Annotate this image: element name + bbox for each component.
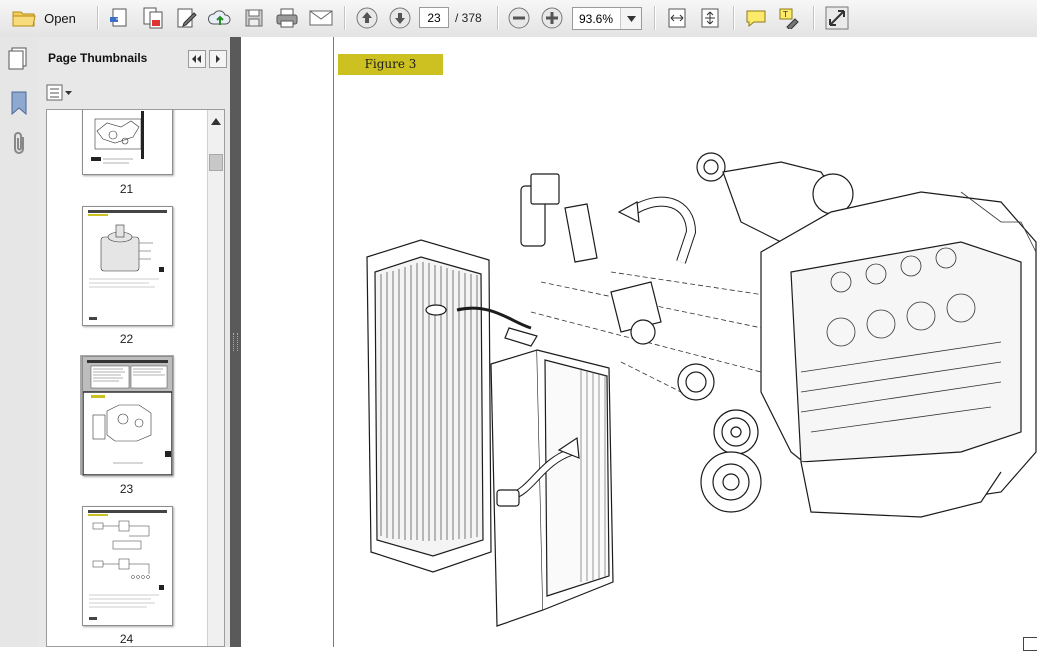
main-toolbar: Open 23 / 378 93.6% T (0, 0, 1037, 38)
highlight-button[interactable]: T (776, 6, 802, 30)
panel-title: Page Thumbnails (48, 51, 148, 65)
toolbar-separator (344, 6, 346, 30)
fit-page-button[interactable] (697, 6, 723, 30)
next-page-button[interactable] (387, 6, 413, 30)
fit-page-icon (700, 7, 720, 29)
zoom-out-button[interactable] (506, 6, 532, 30)
minus-circle-icon (508, 7, 530, 29)
thumbnail-page-number: 23 (119, 482, 134, 496)
toolbar-separator (97, 6, 99, 30)
sticky-note-button[interactable] (743, 6, 769, 30)
upload-button[interactable] (207, 6, 233, 30)
panel-splitter[interactable] (230, 37, 241, 647)
open-button[interactable]: Open (8, 6, 80, 30)
thumbnail-list[interactable]: 21 22 23 24 (46, 109, 225, 647)
combine-pdf-icon (142, 7, 164, 29)
bookmarks-icon[interactable] (9, 90, 29, 119)
print-button[interactable] (273, 6, 301, 30)
combine-files-button[interactable] (140, 6, 166, 30)
previous-page-button[interactable] (354, 6, 380, 30)
edit-pencil-icon (176, 7, 198, 29)
figure-label: Figure 3 (338, 54, 443, 75)
zoom-value: 93.6% (579, 12, 614, 26)
cloud-upload-icon (208, 8, 232, 28)
open-label: Open (44, 10, 76, 26)
full-screen-button[interactable] (823, 6, 851, 30)
page-corner-mark (1023, 637, 1037, 651)
chevron-down-icon[interactable] (620, 8, 641, 29)
thumbnail-page-number: 21 (119, 182, 134, 196)
attachments-paperclip-icon[interactable] (9, 131, 29, 160)
page-thumbnail[interactable] (82, 506, 173, 626)
page-thumbnail[interactable] (82, 206, 173, 326)
navigation-strip (0, 37, 39, 647)
svg-text:T: T (782, 10, 788, 19)
fit-width-button[interactable] (664, 6, 690, 30)
envelope-icon (309, 9, 333, 27)
create-button[interactable] (107, 6, 133, 30)
toolbar-separator (733, 6, 735, 30)
fit-width-icon (667, 7, 687, 29)
thumbnail-page-number: 22 (119, 332, 134, 346)
folder-icon (12, 8, 36, 28)
page-thumbnail-selected[interactable] (82, 356, 173, 476)
document-view[interactable]: Figure 3 (241, 37, 1037, 651)
scroll-up-arrow-icon[interactable] (211, 114, 221, 128)
page-number-input[interactable]: 23 (419, 7, 449, 28)
arrow-down-circle-icon (389, 7, 411, 29)
zoom-in-button[interactable] (539, 6, 565, 30)
zoom-select[interactable]: 93.6% (572, 7, 642, 30)
engine-cooling-diagram (366, 152, 1037, 627)
toolbar-separator (813, 6, 815, 30)
toolbar-separator (654, 6, 656, 30)
email-button[interactable] (307, 6, 335, 30)
thumbnail-page-number: 24 (119, 632, 134, 646)
scrollbar-thumb[interactable] (209, 154, 223, 171)
expand-arrows-icon (825, 6, 849, 30)
save-button[interactable] (241, 6, 267, 30)
page-thumbnail[interactable] (82, 110, 173, 175)
page-thumbnails-icon[interactable] (7, 46, 31, 73)
splitter-grip (233, 333, 238, 351)
toolbar-separator (497, 6, 499, 30)
page-total-label: / 378 (455, 11, 482, 25)
floppy-disk-icon (244, 8, 264, 28)
highlight-text-icon: T (778, 7, 800, 29)
create-pdf-icon (110, 7, 130, 29)
comment-bubble-icon (745, 8, 767, 28)
edit-button[interactable] (174, 6, 200, 30)
printer-icon (275, 7, 299, 29)
plus-circle-icon (541, 7, 563, 29)
thumbnail-scrollbar[interactable] (207, 110, 224, 646)
expand-panel-button[interactable] (209, 50, 227, 68)
page-left-edge (333, 37, 334, 647)
arrow-up-circle-icon (356, 7, 378, 29)
collapse-panel-button[interactable] (188, 50, 206, 68)
thumbnail-options-button[interactable] (46, 84, 74, 102)
page-thumbnails-panel: Page Thumbnails 21 22 23 24 (38, 37, 230, 647)
